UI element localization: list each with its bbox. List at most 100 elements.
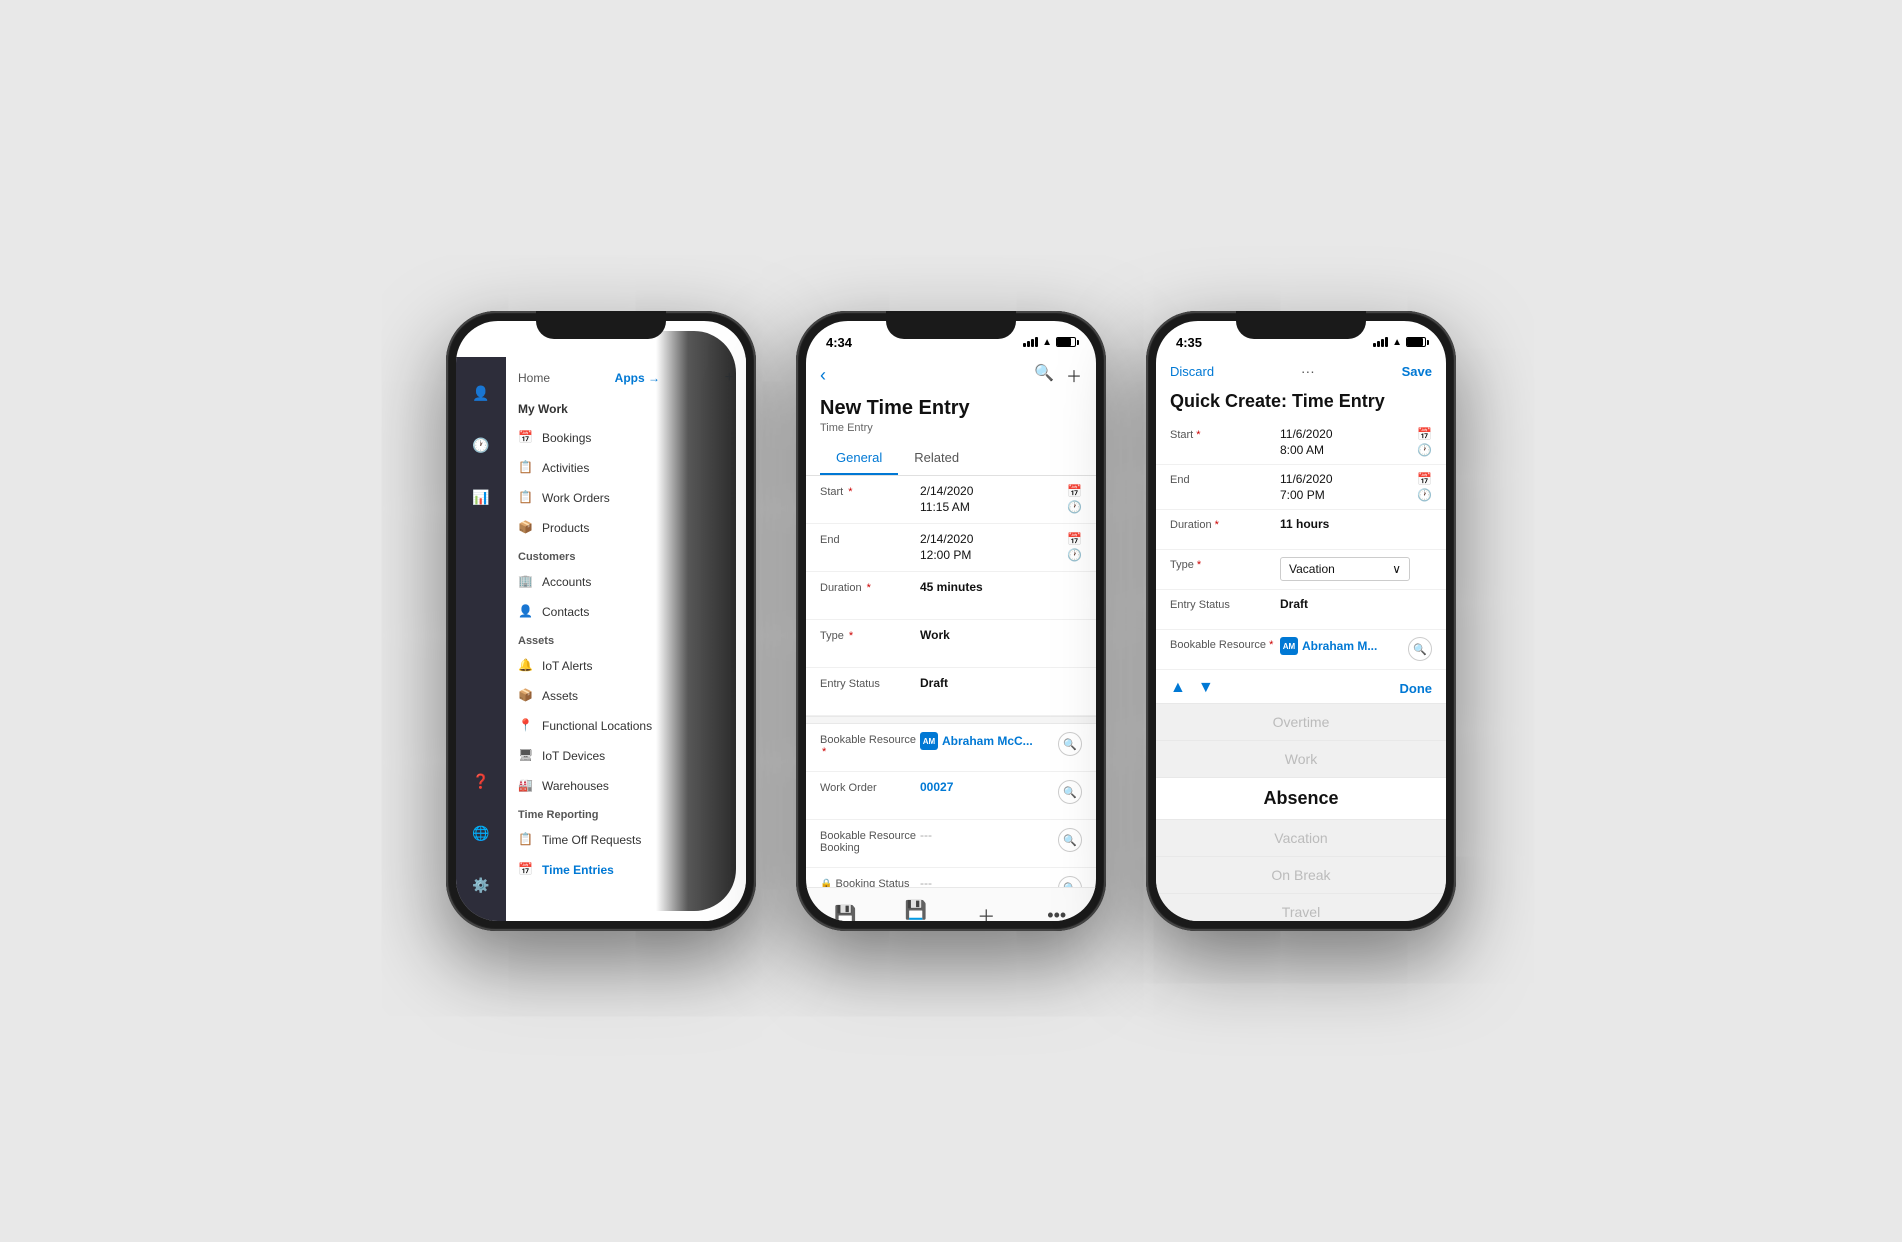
picker-item-overtime[interactable]: Overtime xyxy=(1156,704,1446,741)
sidebar-apps-link[interactable]: Apps → xyxy=(615,371,660,385)
qc-clock-icon-end[interactable]: 🕐 xyxy=(1417,488,1432,502)
qc-start-date: 11/6/2020 xyxy=(1280,427,1333,441)
more-icon: ••• xyxy=(1043,902,1071,922)
save-button-3[interactable]: Save xyxy=(1402,364,1432,379)
search-button-2[interactable]: 🔍 xyxy=(1034,363,1054,387)
end-datetime: 2/14/2020 📅 12:00 PM 🕐 xyxy=(920,532,1082,562)
picker-item-travel[interactable]: Travel xyxy=(1156,894,1446,921)
resource-name: Abraham McC... xyxy=(942,734,1033,748)
start-date: 2/14/2020 xyxy=(920,484,973,498)
qc-body: Start * 11/6/2020 📅 xyxy=(1156,420,1446,673)
qc-end-date-line: 11/6/2020 📅 xyxy=(1280,472,1432,486)
search-button-br[interactable]: 🔍 xyxy=(1058,732,1082,756)
sidebar-item-functional-locations-label: Functional Locations xyxy=(542,719,652,733)
tab-general[interactable]: General xyxy=(820,442,898,475)
work-order-label: Work Order xyxy=(820,780,920,794)
qc-br-required: * xyxy=(1269,639,1273,651)
lock-icon: 🔒 xyxy=(820,879,832,887)
qc-calendar-icon-start[interactable]: 📅 xyxy=(1417,427,1432,441)
sidebar-icon-clock[interactable]: 🕐 xyxy=(465,429,497,461)
calendar-icon-end[interactable]: 📅 xyxy=(1067,532,1082,546)
iot-devices-icon: 🖥 xyxy=(518,748,534,764)
search-button-bs[interactable]: 🔍 xyxy=(1058,876,1082,887)
qc-end-time: 7:00 PM xyxy=(1280,488,1325,502)
type-dropdown[interactable]: Vacation ∨ xyxy=(1280,557,1410,581)
type-value: Work xyxy=(920,628,1082,642)
tab-related[interactable]: Related xyxy=(898,442,975,475)
search-button-brb[interactable]: 🔍 xyxy=(1058,828,1082,852)
status-time-3: 4:35 xyxy=(1176,335,1202,350)
nav-down-arrow[interactable]: ▼ xyxy=(1198,679,1214,697)
entry-status-value: Draft xyxy=(920,676,1082,690)
more-button-3[interactable]: ··· xyxy=(1301,363,1315,379)
bookable-resource-value: AM Abraham McC... xyxy=(920,732,1058,750)
sidebar-item-accounts-label: Accounts xyxy=(542,575,591,589)
qc-start-time: 8:00 AM xyxy=(1280,443,1324,457)
picker-item-absence[interactable]: Absence xyxy=(1156,778,1446,820)
form-subtitle-2: Time Entry xyxy=(806,422,1096,442)
form-row-bookable-resource: Bookable Resource * AM Abraham McC... 🔍 xyxy=(806,724,1096,772)
wifi-icon-3: ▲ xyxy=(1392,337,1402,348)
sidebar-item-iot-alerts-label: IoT Alerts xyxy=(542,659,592,673)
done-button[interactable]: Done xyxy=(1400,681,1433,696)
form-tabs-2: General Related xyxy=(806,442,1096,476)
status-icons-2: ▲ xyxy=(1023,337,1076,348)
end-time: 12:00 PM xyxy=(920,548,971,562)
qc-title: Quick Create: Time Entry xyxy=(1156,385,1446,420)
search-button-wo[interactable]: 🔍 xyxy=(1058,780,1082,804)
more-button[interactable]: ••• More xyxy=(1027,902,1087,922)
qc-calendar-icon-end[interactable]: 📅 xyxy=(1417,472,1432,486)
picker-item-work[interactable]: Work xyxy=(1156,741,1446,778)
picker-item-vacation[interactable]: Vacation xyxy=(1156,820,1446,857)
end-time-line: 12:00 PM 🕐 xyxy=(920,548,1082,562)
battery-icon xyxy=(1056,337,1076,347)
qc-nav-arrows: ▲ ▼ xyxy=(1170,679,1214,697)
battery-icon-3 xyxy=(1406,337,1426,347)
phone1-dark-overlay xyxy=(656,331,736,911)
scene: 👤 🕐 📊 ❓ 🌐 ⚙️ Home Apps → + xyxy=(406,271,1496,971)
qc-bookable-resource-label: Bookable Resource * xyxy=(1170,637,1280,651)
add-button-2[interactable]: ＋ xyxy=(1066,363,1082,387)
duration-label: Duration * xyxy=(820,580,920,594)
sidebar-icon-help[interactable]: ❓ xyxy=(465,765,497,797)
type-label: Type * xyxy=(820,628,920,642)
phone-1-screen: 👤 🕐 📊 ❓ 🌐 ⚙️ Home Apps → + xyxy=(456,321,746,921)
end-date: 2/14/2020 xyxy=(920,532,973,546)
start-date-line: 2/14/2020 📅 xyxy=(920,484,1082,498)
qc-type-label: Type * xyxy=(1170,557,1280,571)
clock-icon-start[interactable]: 🕐 xyxy=(1067,500,1082,514)
type-picker: Overtime Work Absence Vacation On Break … xyxy=(1156,704,1446,921)
sidebar-home-label: Home xyxy=(518,371,550,385)
sidebar-item-workorders-label: Work Orders xyxy=(542,491,610,505)
qc-clock-icon-start[interactable]: 🕐 xyxy=(1417,443,1432,457)
signal-icon xyxy=(1023,337,1038,347)
sidebar-item-time-off-label: Time Off Requests xyxy=(542,833,641,847)
products-icon: 📦 xyxy=(518,520,534,536)
back-button-2[interactable]: ‹ xyxy=(820,365,826,386)
status-time-2: 4:34 xyxy=(826,335,852,350)
new-button[interactable]: ＋ New xyxy=(956,902,1016,922)
start-time: 11:15 AM xyxy=(920,500,970,514)
save-close-button[interactable]: 💾 Save & Close xyxy=(886,896,946,921)
sidebar-icon-chart[interactable]: 📊 xyxy=(465,481,497,513)
save-button[interactable]: 💾 Save xyxy=(815,902,875,922)
type-dropdown-value: Vacation xyxy=(1289,562,1335,576)
phone-3: 4:35 ▲ Discard ··· xyxy=(1146,311,1456,931)
nav-up-arrow[interactable]: ▲ xyxy=(1170,679,1186,697)
form-header-actions: 🔍 ＋ xyxy=(1034,363,1082,387)
clock-icon-end[interactable]: 🕐 xyxy=(1067,548,1082,562)
sidebar-icon-gear[interactable]: ⚙️ xyxy=(465,869,497,901)
discard-button[interactable]: Discard xyxy=(1170,364,1214,379)
sidebar-icon-column: 👤 🕐 📊 ❓ 🌐 ⚙️ xyxy=(456,357,506,921)
sidebar-icon-globe[interactable]: 🌐 xyxy=(465,817,497,849)
sidebar-icon-person[interactable]: 👤 xyxy=(465,377,497,409)
activities-icon: 📋 xyxy=(518,460,534,476)
qc-start-label: Start * xyxy=(1170,427,1280,441)
qc-search-br[interactable]: 🔍 xyxy=(1408,637,1432,661)
workorders-icon: 📋 xyxy=(518,490,534,506)
calendar-icon-start[interactable]: 📅 xyxy=(1067,484,1082,498)
picker-item-onbreak[interactable]: On Break xyxy=(1156,857,1446,894)
duration-required: * xyxy=(867,582,871,594)
form-row-entry-status: Entry Status Draft xyxy=(806,668,1096,716)
save-close-icon: 💾 xyxy=(902,896,930,921)
